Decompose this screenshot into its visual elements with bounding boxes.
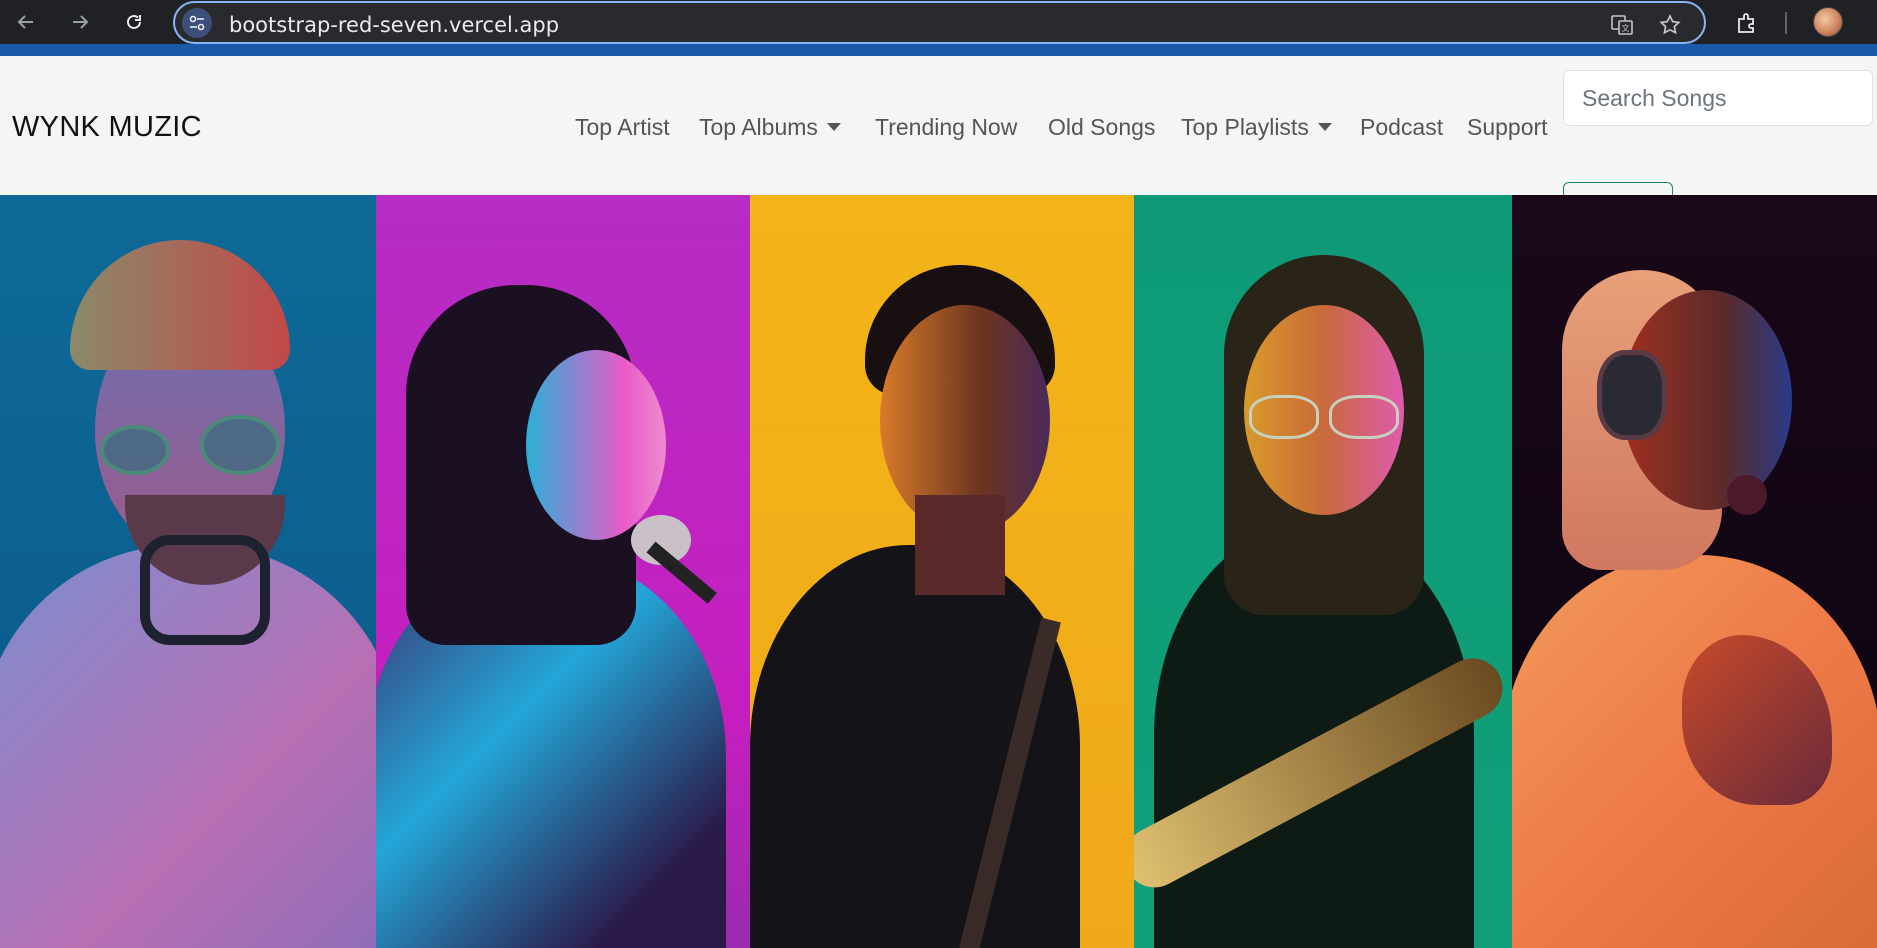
browser-accent-strip: [0, 44, 1877, 56]
nav-label: Old Songs: [1048, 114, 1156, 140]
nav-support[interactable]: Support: [1467, 114, 1548, 141]
hero-panel-man-beanie: [0, 195, 376, 948]
nav-label: Top Playlists: [1181, 114, 1309, 140]
hero-panel-woman-microphone: [376, 195, 750, 948]
reload-icon[interactable]: [120, 8, 148, 36]
nav-trending-now[interactable]: Trending Now: [875, 114, 1017, 141]
address-bar[interactable]: bootstrap-red-seven.vercel.app 文: [173, 1, 1706, 44]
nav-top-playlists[interactable]: Top Playlists: [1181, 114, 1332, 141]
translate-icon[interactable]: 文: [1609, 12, 1635, 38]
dropdown-caret-icon: [1317, 122, 1332, 131]
nav-label: Top Albums: [699, 114, 818, 140]
dropdown-caret-icon: [826, 122, 841, 131]
nav-label: Top Artist: [575, 114, 670, 140]
search-input[interactable]: [1563, 70, 1873, 126]
hero-panel-man-headphones: [1512, 195, 1877, 948]
forward-icon[interactable]: [66, 8, 94, 36]
nav-old-songs[interactable]: Old Songs: [1048, 114, 1155, 141]
hero-collage: [0, 195, 1877, 948]
extensions-icon[interactable]: [1733, 9, 1761, 37]
hero-panel-man-tshirt: [750, 195, 1134, 948]
browser-toolbar: bootstrap-red-seven.vercel.app 文: [0, 0, 1877, 48]
nav-label: Trending Now: [875, 114, 1018, 140]
hero-panel-woman-guitar: [1134, 195, 1512, 948]
nav-podcast[interactable]: Podcast: [1360, 114, 1443, 141]
site-navbar: WYNK MUZIC Top Artist Top Albums Trendin…: [0, 56, 1877, 238]
bookmark-star-icon[interactable]: [1657, 12, 1683, 38]
nav-label: Support: [1467, 114, 1548, 140]
site-info-icon[interactable]: [182, 8, 212, 38]
toolbar-separator: [1785, 12, 1787, 34]
back-icon[interactable]: [12, 8, 40, 36]
brand-logo[interactable]: WYNK MUZIC: [12, 111, 202, 144]
url-text[interactable]: bootstrap-red-seven.vercel.app: [229, 13, 559, 37]
nav-top-artist[interactable]: Top Artist: [575, 114, 670, 141]
nav-label: Podcast: [1360, 114, 1444, 140]
nav-top-albums[interactable]: Top Albums: [699, 114, 841, 141]
svg-text:文: 文: [1622, 23, 1630, 33]
profile-avatar[interactable]: [1813, 7, 1843, 37]
